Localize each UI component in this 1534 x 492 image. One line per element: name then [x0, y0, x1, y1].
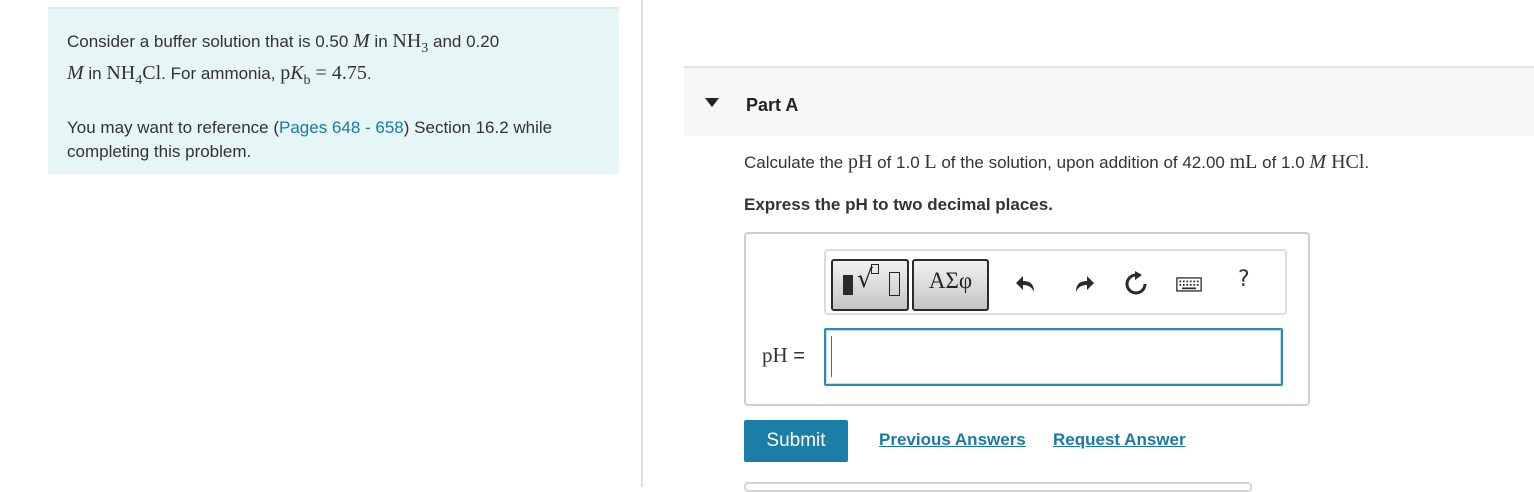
- text-cursor: [831, 336, 832, 377]
- symbols-icon: ΑΣφ: [928, 268, 973, 293]
- ph-answer-input[interactable]: [824, 328, 1283, 386]
- undo-icon[interactable]: [1014, 271, 1040, 297]
- answer-label: pH =: [762, 343, 805, 367]
- question-text: Calculate the pH of 1.0 L of the solutio…: [744, 151, 1370, 173]
- pages-reference-link[interactable]: Pages 648 - 658: [279, 118, 404, 137]
- reset-icon[interactable]: [1123, 271, 1149, 297]
- help-icon[interactable]: ?: [1238, 267, 1250, 292]
- keyboard-icon[interactable]: [1176, 271, 1202, 297]
- previous-answers-link[interactable]: Previous Answers: [879, 430, 1026, 450]
- math-toolbar: √ ΑΣφ ?: [824, 249, 1287, 315]
- part-title: Part A: [746, 95, 799, 115]
- submit-button[interactable]: Submit: [744, 420, 848, 462]
- next-section-box: [744, 482, 1252, 492]
- redo-icon[interactable]: [1070, 271, 1096, 297]
- answer-instruction: Express the pH to two decimal places.: [744, 195, 1053, 214]
- templates-button[interactable]: √: [831, 259, 909, 311]
- answer-box: √ ΑΣφ ? pH =: [744, 232, 1310, 406]
- part-a-header[interactable]: Part A: [684, 66, 1534, 136]
- problem-intro-panel: Consider a buffer solution that is 0.50 …: [48, 7, 619, 174]
- column-divider: [641, 0, 643, 487]
- symbols-button[interactable]: ΑΣφ: [912, 259, 989, 311]
- reference-note: You may want to reference (Pages 648 - 6…: [67, 118, 553, 161]
- problem-statement: Consider a buffer solution that is 0.50 …: [67, 30, 500, 88]
- collapse-caret-icon[interactable]: [705, 98, 719, 107]
- request-answer-link[interactable]: Request Answer: [1053, 430, 1186, 450]
